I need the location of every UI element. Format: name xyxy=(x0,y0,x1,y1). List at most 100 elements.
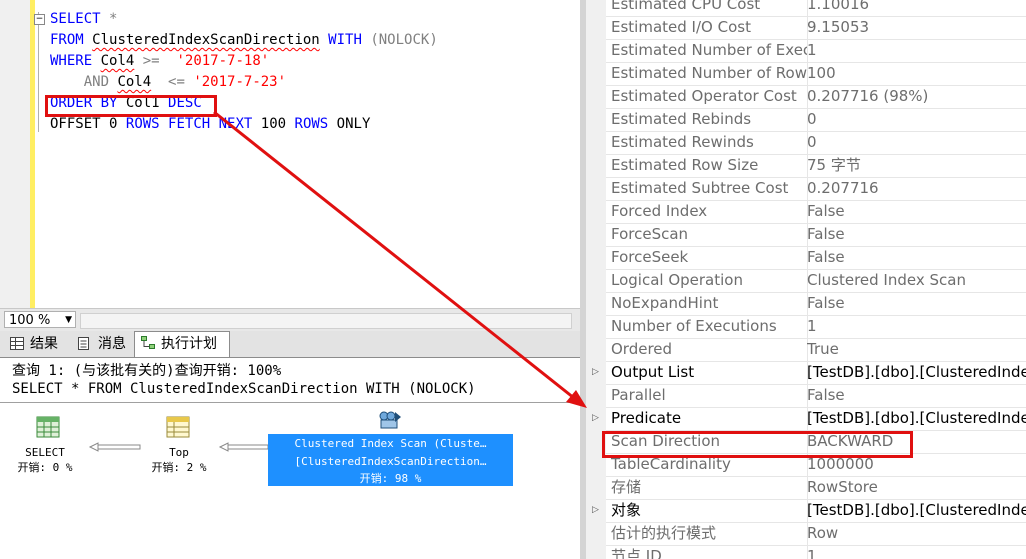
property-name: 存储 xyxy=(611,476,808,499)
top-operator-icon[interactable] xyxy=(166,416,190,438)
tab-execution-plan[interactable]: 执行计划 xyxy=(134,331,230,357)
property-name: 估计的执行模式 xyxy=(611,522,808,545)
property-value: False xyxy=(807,202,845,220)
property-row[interactable]: ▷ 对象 [TestDB].[dbo].[ClusteredInde xyxy=(592,499,1026,523)
expand-icon[interactable]: ▷ xyxy=(592,407,599,429)
collapse-icon[interactable]: − xyxy=(34,14,45,25)
property-row[interactable]: Estimated Row Size 75 字节 xyxy=(606,154,1026,178)
tab-messages-label: 消息 xyxy=(98,336,126,352)
expand-icon[interactable]: ▷ xyxy=(592,361,599,383)
and-value: '2017-7-23' xyxy=(193,74,287,90)
zoom-value: 100 % xyxy=(9,313,51,328)
property-value: False xyxy=(807,294,845,312)
query-text-line: SELECT * FROM ClusteredIndexScanDirectio… xyxy=(12,381,476,397)
property-name: ForceSeek xyxy=(611,246,808,269)
code-line-1: SELECT * xyxy=(50,11,117,27)
property-row[interactable]: 节点 ID 1 xyxy=(606,545,1026,559)
sql-editor[interactable]: − SELECT * FROM ClusteredIndexScanDirect… xyxy=(0,0,580,308)
property-value: 1 xyxy=(807,317,817,335)
property-name: 节点 ID xyxy=(611,545,808,559)
editor-gutter xyxy=(0,0,30,308)
execution-plan-pane[interactable]: 查询 1: (与该批有关的)查询开销: 100% SELECT * FROM C… xyxy=(0,358,580,559)
property-value: 75 字节 xyxy=(807,156,861,174)
chevron-down-icon[interactable]: ▼ xyxy=(65,312,72,329)
property-row[interactable]: Estimated Number of Row 100 xyxy=(606,62,1026,86)
properties-margin xyxy=(586,0,606,559)
property-value: False xyxy=(807,248,845,266)
property-row[interactable]: ▷ Output List [TestDB].[dbo].[ClusteredInd… xyxy=(592,361,1026,385)
property-row[interactable]: Ordered True xyxy=(606,338,1026,362)
flow-arrow-top-scan xyxy=(218,442,269,452)
property-value: [TestDB].[dbo].[ClusteredInde xyxy=(807,363,1026,381)
property-row[interactable]: 存储 RowStore xyxy=(606,476,1026,500)
execution-plan-icon xyxy=(141,336,155,349)
horizontal-scrollbar[interactable] xyxy=(80,313,572,329)
expand-icon[interactable]: ▷ xyxy=(592,499,599,521)
select-operator-icon[interactable] xyxy=(36,416,60,438)
scan-operator-object: [ClusteredIndexScanDirection… xyxy=(294,455,487,468)
property-row[interactable]: ForceSeek False xyxy=(606,246,1026,270)
property-name: Estimated Row Size xyxy=(611,154,808,177)
top-operator[interactable]: Top 开销: 2 % xyxy=(136,446,222,475)
property-name: Estimated Subtree Cost xyxy=(611,177,808,200)
property-name: Forced Index xyxy=(611,200,808,223)
query-cost-line: 查询 1: (与该批有关的)查询开销: 100% xyxy=(12,363,282,379)
kw-rows-fetch: ROWS FETCH xyxy=(125,116,211,132)
tab-execution-plan-label: 执行计划 xyxy=(161,336,217,352)
property-name: 对象 xyxy=(611,499,808,522)
property-row[interactable]: ForceScan False xyxy=(606,223,1026,247)
property-row[interactable]: NoExpandHint False xyxy=(606,292,1026,316)
property-name: Parallel xyxy=(611,384,808,407)
select-operator-cost: 开销: 0 % xyxy=(17,461,73,474)
tab-results-label: 结果 xyxy=(30,336,58,352)
clustered-index-scan-icon[interactable] xyxy=(378,408,402,430)
property-row[interactable]: Logical Operation Clustered Index Scan xyxy=(606,269,1026,293)
plan-header: 查询 1: (与该批有关的)查询开销: 100% SELECT * FROM C… xyxy=(0,358,580,403)
select-operator[interactable]: SELECT 开销: 0 % xyxy=(10,446,80,475)
property-name: Number of Executions xyxy=(611,315,808,338)
where-value: '2017-7-18' xyxy=(176,53,270,69)
property-value: [TestDB].[dbo].[ClusteredInde xyxy=(807,409,1026,427)
zoom-dropdown[interactable]: 100 % ▼ xyxy=(4,311,76,328)
property-value: 0.207716 (98%) xyxy=(807,87,929,105)
tab-messages[interactable]: 消息 xyxy=(72,333,132,355)
property-value: False xyxy=(807,386,845,404)
kw-where: WHERE xyxy=(50,53,93,69)
property-row[interactable]: Estimated Subtree Cost 0.207716 xyxy=(606,177,1026,201)
editor-status-bar: 100 % ▼ xyxy=(0,308,580,331)
property-value: Clustered Index Scan xyxy=(807,271,966,289)
property-row[interactable]: Estimated I/O Cost 9.15053 xyxy=(606,16,1026,40)
property-value: RowStore xyxy=(807,478,878,496)
clustered-index-scan-operator[interactable]: Clustered Index Scan (Cluste… [Clustered… xyxy=(268,434,513,486)
where-op: >= xyxy=(142,53,160,69)
property-row[interactable]: ▷ Predicate [TestDB].[dbo].[ClusteredInde xyxy=(592,407,1026,431)
kw-with: WITH xyxy=(328,32,362,48)
property-value: False xyxy=(807,225,845,243)
property-row[interactable]: Estimated Operator Cost 0.207716 (98%) xyxy=(606,85,1026,109)
code-line-6: OFFSET 0 ROWS FETCH NEXT 100 ROWS ONLY xyxy=(50,116,370,132)
kw-only: ONLY xyxy=(336,116,371,132)
nolock-hint: (NOLOCK) xyxy=(370,32,438,48)
property-name: NoExpandHint xyxy=(611,292,808,315)
scan-operator-cost: 开销: 98 % xyxy=(359,472,422,485)
property-row[interactable]: 估计的执行模式 Row xyxy=(606,522,1026,546)
kw-and: AND xyxy=(83,74,110,90)
property-name: Estimated Number of Exec xyxy=(611,39,808,62)
property-value: 100 xyxy=(807,64,836,82)
properties-grid[interactable]: Estimated CPU Cost 1.10016 Estimated I/O C… xyxy=(586,0,1026,559)
property-row[interactable]: Estimated Rewinds 0 xyxy=(606,131,1026,155)
fetch-value: 100 xyxy=(260,116,287,132)
property-value: 9.15053 xyxy=(807,18,870,36)
property-row[interactable]: Estimated CPU Cost 1.10016 xyxy=(606,0,1026,17)
tab-results[interactable]: 结果 xyxy=(4,333,70,355)
and-op: <= xyxy=(168,74,185,90)
property-value: 0.207716 xyxy=(807,179,879,197)
select-star: * xyxy=(100,11,118,27)
property-row[interactable]: Number of Executions 1 xyxy=(606,315,1026,339)
property-row[interactable]: Estimated Number of Exec 1 xyxy=(606,39,1026,63)
property-name: Output List xyxy=(611,361,808,384)
property-row[interactable]: Parallel False xyxy=(606,384,1026,408)
kw-from: FROM xyxy=(50,32,84,48)
property-row[interactable]: Estimated Rebinds 0 xyxy=(606,108,1026,132)
property-row[interactable]: Forced Index False xyxy=(606,200,1026,224)
